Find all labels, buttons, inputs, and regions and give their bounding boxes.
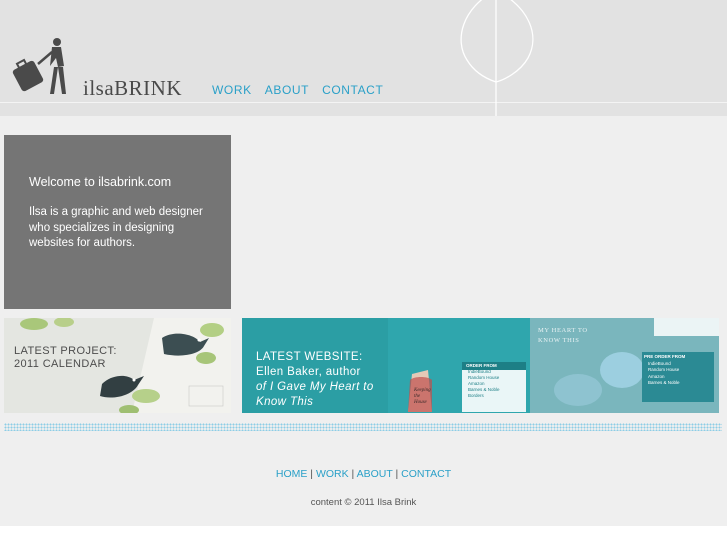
main-content: Welcome to ilsabrink.com Ilsa is a graph… [0, 116, 727, 526]
footer-link-about[interactable]: ABOUT [357, 468, 393, 480]
latest-project-title: 2011 CALENDAR [14, 358, 106, 370]
order-item[interactable]: Borders [464, 393, 524, 399]
footer-nav: HOME | WORK | ABOUT | CONTACT [0, 468, 727, 480]
welcome-panel: Welcome to ilsabrink.com Ilsa is a graph… [4, 135, 231, 309]
book2-cover-title: MY HEART TO KNOW THIS [538, 327, 588, 344]
latest-website-book-line2: Know This [256, 396, 314, 408]
latest-website-caption: LATEST WEBSITE: Ellen Baker, author of I… [256, 350, 374, 410]
footer-link-work[interactable]: WORK [316, 468, 349, 480]
footer-link-contact[interactable]: CONTACT [401, 468, 451, 480]
preorder-box: PRE ORDER FROM IndieBound Random House A… [644, 354, 714, 387]
dotted-divider [4, 423, 722, 431]
latest-project-card[interactable]: LATEST PROJECT: 2011 CALENDAR [4, 318, 231, 413]
copyright-text: content © 2011 Ilsa Brink [310, 497, 417, 508]
nav-work[interactable]: WORK [212, 83, 252, 97]
footer-link-home[interactable]: HOME [276, 468, 308, 480]
latest-website-book-line1: of I Gave My Heart to [256, 381, 374, 393]
welcome-body: Ilsa is a graphic and web designer who s… [29, 206, 203, 249]
main-nav: WORK ABOUT CONTACT [212, 83, 383, 97]
order-box: ORDER FROM IndieBound Random House Amazo… [464, 363, 524, 399]
site-logo-text[interactable]: ilsaBRINK [83, 76, 182, 101]
latest-project-label: LATEST PROJECT: [14, 345, 117, 357]
header-rule [0, 102, 727, 103]
latest-project-caption: LATEST PROJECT: 2011 CALENDAR [14, 345, 117, 371]
footer-separator: | [351, 468, 355, 480]
traveler-logo-icon[interactable] [12, 36, 72, 98]
nav-about[interactable]: ABOUT [265, 83, 309, 97]
latest-website-author: Ellen Baker, author [256, 366, 361, 378]
latest-website-label: LATEST WEBSITE: [256, 351, 363, 363]
leaf-decoration-icon [460, 0, 534, 116]
latest-website-card[interactable]: LATEST WEBSITE: Ellen Baker, author of I… [242, 318, 719, 413]
book-cover-title: Keeping the House [414, 388, 431, 405]
header: ilsaBRINK WORK ABOUT CONTACT [0, 0, 727, 116]
nav-contact[interactable]: CONTACT [322, 83, 383, 97]
footer-separator: | [310, 468, 314, 480]
footer-separator: | [395, 468, 399, 480]
welcome-title: Welcome to ilsabrink.com [29, 175, 172, 189]
preorder-item[interactable]: Barnes & Noble [644, 380, 714, 387]
